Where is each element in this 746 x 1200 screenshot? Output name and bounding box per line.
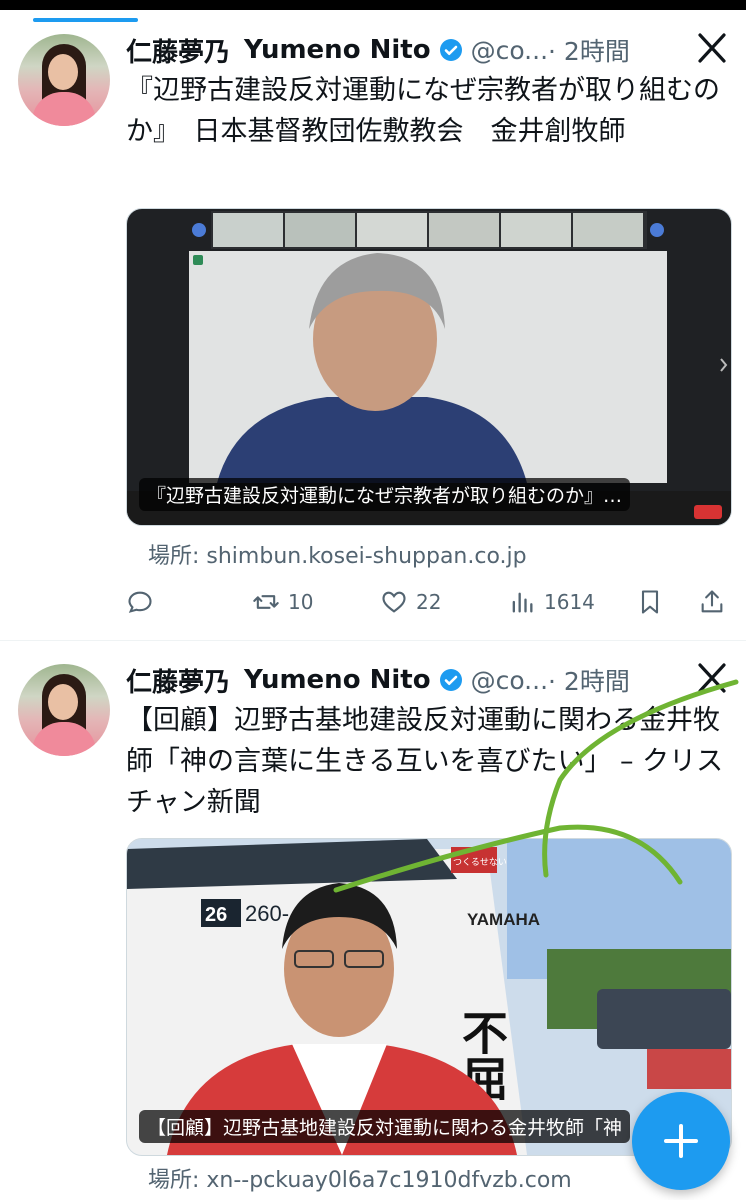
tweet-actions: 10 22 1614 [126, 582, 730, 622]
reply-button[interactable] [126, 582, 154, 622]
author-name-en[interactable]: Yumeno Nito [244, 35, 431, 65]
views-count: 1614 [544, 590, 595, 614]
media-caption: 『辺野古建設反対運動になぜ宗教者が取り組むのか』… [139, 478, 631, 511]
tweet-media[interactable]: 『辺野古建設反対運動になぜ宗教者が取り組むのか』… [126, 208, 732, 526]
avatar[interactable] [18, 34, 110, 126]
bookmark-button[interactable] [636, 582, 664, 622]
tweet-1[interactable]: 仁藤夢乃 Yumeno Nito @co... · 2時間 『辺野古建設反対運動… [0, 30, 746, 640]
author-handle[interactable]: @co... [471, 36, 548, 65]
share-button[interactable] [698, 582, 726, 622]
author-name[interactable]: 仁藤夢乃 [126, 32, 230, 69]
verified-icon [439, 39, 462, 61]
views-icon [512, 592, 533, 613]
x-logo-icon [698, 33, 726, 63]
bookmark-icon [641, 590, 659, 614]
green-annotation-overlay [333, 679, 739, 893]
tab-indicator [33, 18, 138, 22]
tweet-divider [0, 640, 746, 641]
tweet-text[interactable]: 『辺野古建設反対運動になぜ宗教者が取り組むのか』 日本基督教団佐敷教会 金井創牧… [126, 70, 726, 152]
like-count: 22 [416, 590, 442, 614]
reply-icon [128, 591, 152, 613]
tweet-time[interactable]: · 2時間 [548, 32, 630, 68]
share-icon [701, 590, 723, 613]
compose-button[interactable] [632, 1092, 730, 1190]
tweet-2[interactable]: 仁藤夢乃 Yumeno Nito @co... · 2時間 【回顧】辺野古基地建… [0, 660, 746, 1200]
link-source[interactable]: 場所: shimbun.kosei-shuppan.co.jp [148, 538, 527, 570]
like-button[interactable]: 22 [380, 582, 441, 622]
repost-count: 10 [288, 590, 314, 614]
repost-icon [253, 595, 279, 609]
tweet-header: 仁藤夢乃 Yumeno Nito @co... · 2時間 [126, 30, 736, 70]
status-bar [0, 0, 746, 10]
views-button[interactable]: 1614 [508, 582, 595, 622]
like-icon [382, 591, 406, 613]
repost-button[interactable]: 10 [252, 582, 313, 622]
